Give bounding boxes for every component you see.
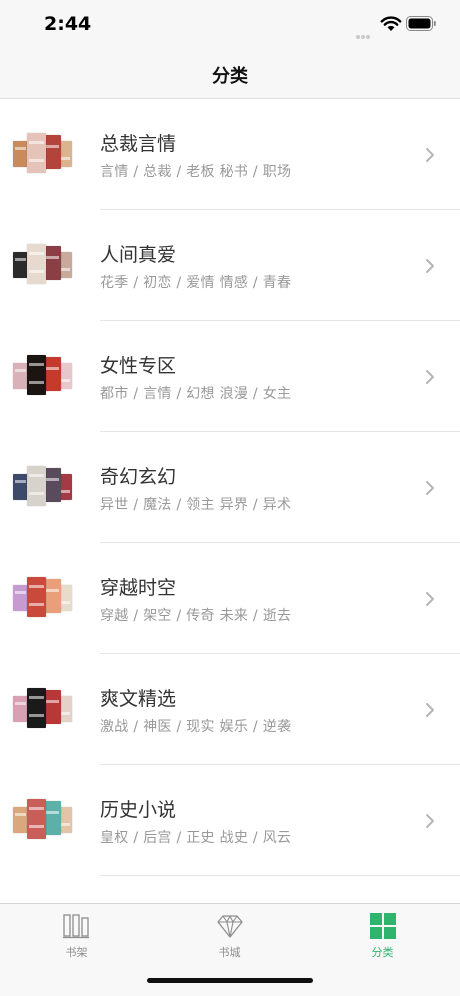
book-cover [13, 585, 28, 611]
category-tags: 言情 / 总裁 / 老板 秘书 / 职场 [100, 164, 292, 180]
tab-bookshelf[interactable]: 书架 [0, 904, 153, 964]
home-indicator [147, 978, 313, 983]
book-cover [13, 807, 28, 833]
battery-icon [406, 16, 436, 31]
tab-bookstore[interactable]: 书城 [153, 904, 306, 964]
category-row[interactable]: 历史小说 皇权 / 后宫 / 正史 战史 / 风云 [0, 765, 460, 876]
grid-icon [370, 913, 396, 939]
book-cover [44, 246, 61, 280]
category-covers [13, 795, 75, 845]
category-title: 穿越时空 [100, 577, 177, 599]
category-covers [13, 684, 75, 734]
book-cover [27, 688, 46, 728]
tab-label: 分类 [371, 946, 394, 959]
status-time: 2:44 [44, 13, 92, 35]
category-title: 女性专区 [100, 355, 177, 377]
row-divider [100, 875, 460, 876]
category-covers [13, 240, 75, 290]
diamond-icon [217, 915, 243, 938]
category-row[interactable]: 总裁言情 言情 / 总裁 / 老板 秘书 / 职场 [0, 99, 460, 210]
chevron-right-icon [426, 814, 434, 828]
book-cover [44, 135, 61, 169]
chevron-right-icon [426, 481, 434, 495]
category-covers [13, 129, 75, 179]
category-title: 爽文精选 [100, 688, 177, 710]
book-cover [13, 696, 28, 722]
chevron-right-icon [426, 703, 434, 717]
category-row[interactable]: 穿越时空 穿越 / 架空 / 传奇 未来 / 逝去 [0, 543, 460, 654]
category-covers [13, 573, 75, 623]
category-row[interactable]: 人间真爱 花季 / 初恋 / 爱情 情感 / 青春 [0, 210, 460, 321]
category-title: 人间真爱 [100, 244, 177, 266]
category-list: 总裁言情 言情 / 总裁 / 老板 秘书 / 职场 人间真爱 花季 / 初恋 /… [0, 99, 460, 876]
book-cover [13, 474, 28, 500]
category-tags: 花季 / 初恋 / 爱情 情感 / 青春 [100, 275, 292, 291]
chevron-right-icon [426, 370, 434, 384]
page-title: 分类 [212, 66, 248, 87]
book-cover [44, 690, 61, 724]
category-tags: 穿越 / 架空 / 传奇 未来 / 逝去 [100, 608, 292, 624]
category-tags: 皇权 / 后宫 / 正史 战史 / 风云 [100, 830, 292, 846]
category-title: 历史小说 [100, 799, 177, 821]
book-cover [27, 355, 46, 395]
book-cover [27, 244, 46, 284]
book-cover [44, 579, 61, 613]
category-tags: 异世 / 魔法 / 领主 异界 / 异术 [100, 497, 292, 513]
category-title: 奇幻玄幻 [100, 466, 177, 488]
category-title: 总裁言情 [100, 133, 177, 155]
wifi-icon [380, 16, 402, 31]
book-cover [27, 577, 46, 617]
book-cover [27, 466, 46, 506]
chevron-right-icon [426, 592, 434, 606]
tab-label: 书架 [65, 946, 88, 959]
book-cover [13, 252, 28, 278]
tab-category[interactable]: 分类 [306, 904, 459, 964]
chevron-right-icon [426, 148, 434, 162]
category-tags: 激战 / 神医 / 现实 娱乐 / 逆袭 [100, 719, 292, 735]
category-covers [13, 462, 75, 512]
book-cover [13, 141, 28, 167]
tab-label: 书城 [218, 946, 241, 959]
category-row[interactable]: 女性专区 都市 / 言情 / 幻想 浪漫 / 女主 [0, 321, 460, 432]
book-cover [27, 133, 46, 173]
category-tags: 都市 / 言情 / 幻想 浪漫 / 女主 [100, 386, 292, 402]
book-cover [44, 801, 61, 835]
navigation-bar: 分类 [0, 50, 460, 99]
bookshelf-icon [63, 914, 89, 939]
category-row[interactable]: 奇幻玄幻 异世 / 魔法 / 领主 异界 / 异术 [0, 432, 460, 543]
signal-dots-icon [356, 24, 374, 39]
book-cover [13, 363, 28, 389]
category-row[interactable]: 爽文精选 激战 / 神医 / 现实 娱乐 / 逆袭 [0, 654, 460, 765]
book-cover [44, 357, 61, 391]
book-cover [27, 799, 46, 839]
chevron-right-icon [426, 259, 434, 273]
status-bar: 2:44 [0, 0, 460, 50]
book-cover [44, 468, 61, 502]
category-covers [13, 351, 75, 401]
